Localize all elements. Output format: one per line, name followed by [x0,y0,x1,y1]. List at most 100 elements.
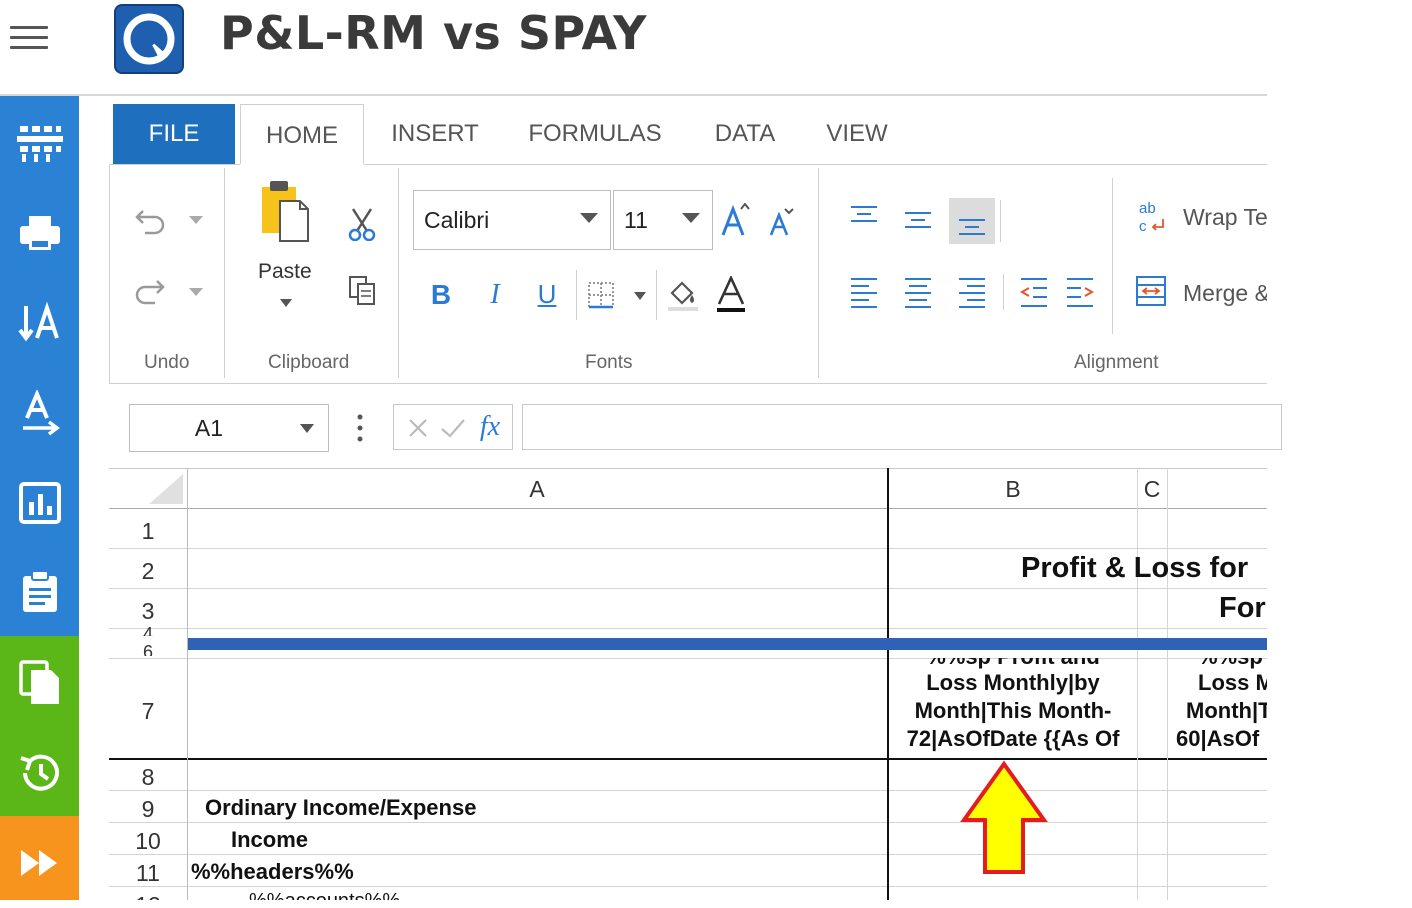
font-size-select[interactable]: 11 [613,190,713,250]
row-header-3[interactable]: 3 [109,598,187,625]
sidebar-text-direction-icon[interactable] [0,368,79,458]
group-label-undo: Undo [144,352,190,373]
svg-text:ab: ab [1139,200,1156,217]
cell-c7-line3: 60|AsOf [1176,726,1260,751]
fill-color-icon[interactable] [664,276,702,314]
redo-dropdown-icon[interactable] [184,282,208,302]
top-divider [0,94,1267,96]
row-header-4[interactable]: 4 [109,624,187,636]
bold-icon[interactable]: B [424,278,458,312]
cell-b7[interactable]: %%sp Profit and Loss Monthly|by Month|Th… [889,658,1137,758]
cell-b7-line0: %%sp Profit and [889,658,1137,670]
undo-icon[interactable] [128,198,172,242]
wrap-text-icon[interactable]: ab c [1136,198,1168,236]
align-center-icon[interactable] [900,274,936,310]
tab-home[interactable]: HOME [240,104,364,166]
sidebar-history-icon[interactable] [0,728,79,818]
row-header-10[interactable]: 10 [109,828,187,855]
increase-indent-icon[interactable] [1062,274,1098,310]
copy-icon[interactable] [342,270,382,310]
svg-text:c: c [1139,218,1147,235]
group-label-clipboard: Clipboard [268,352,350,373]
alignment-separator [1003,274,1004,310]
tab-data[interactable]: DATA [700,104,790,164]
paste-label[interactable]: Paste [258,260,312,284]
more-options-icon[interactable] [350,410,370,446]
column-header-a[interactable]: A [187,476,887,503]
alignment-separator [1112,178,1113,334]
align-right-icon[interactable] [954,274,990,310]
tab-file[interactable]: FILE [113,104,235,164]
row-header-2[interactable]: 2 [109,558,187,585]
column-header-b[interactable]: B [889,476,1137,503]
align-bottom-icon[interactable] [949,198,995,244]
borders-icon[interactable] [586,280,616,310]
cell-c7-line2: Month|T [1186,698,1267,723]
cell-title-row3[interactable]: For [1219,592,1266,625]
align-left-icon[interactable] [846,274,882,310]
sidebar-chart-icon[interactable] [0,458,79,548]
cancel-formula-icon[interactable] [404,414,432,442]
cell-b7-line2: Month|This Month- [914,698,1112,723]
cell-a9[interactable]: Ordinary Income/Expense [205,795,476,821]
cell-b7-line1: Loss Monthly|by [926,670,1100,695]
font-color-icon[interactable] [714,276,748,314]
italic-icon[interactable]: I [478,278,512,312]
undo-dropdown-icon[interactable] [184,210,208,230]
redo-icon[interactable] [128,268,172,312]
tab-view[interactable]: VIEW [812,104,902,164]
column-header-c[interactable]: C [1137,476,1167,503]
row-header-6[interactable]: 6 [109,642,187,656]
insert-function-icon[interactable]: fx [472,410,508,444]
cell-reference-value: A1 [194,414,224,441]
select-all-corner[interactable] [149,474,183,508]
decrease-font-size-icon[interactable] [766,206,796,238]
row-header-1[interactable]: 1 [109,518,187,545]
cell-reference-box[interactable]: A1 [129,404,329,452]
wrap-text-label[interactable]: Wrap Te [1183,204,1267,231]
tab-insert[interactable]: INSERT [380,104,490,164]
cell-c7-line1: Loss M [1198,670,1267,695]
ribbon-separator [398,168,399,378]
merge-cells-icon[interactable] [1134,274,1168,308]
align-middle-icon[interactable] [900,206,936,236]
hamburger-menu-icon[interactable] [10,26,48,52]
cell-c7-line0: %%sp [1198,658,1263,670]
sidebar-documents-icon[interactable] [0,638,79,728]
cell-a12[interactable]: %%accounts%% [249,890,400,900]
cell-c7[interactable]: %%sp Loss M Month|T 60|AsOf [1168,658,1267,758]
row-header-12[interactable]: 12 [109,892,187,900]
paste-dropdown-icon[interactable] [276,296,296,310]
spreadsheet-grid[interactable]: A B C 1 2 3 4 6 7 8 9 10 11 12 Profit & … [109,468,1267,900]
ribbon-separator [818,168,819,378]
sidebar-clipboard-icon[interactable] [0,546,79,636]
sidebar-print-icon[interactable] [0,188,79,278]
underline-icon[interactable]: U [530,276,564,312]
sidebar-fast-forward-icon[interactable] [0,818,79,908]
sidebar-sort-text-icon[interactable] [0,278,79,368]
ribbon-separator [224,168,225,378]
font-size-chevron-down-icon [682,213,700,223]
merge-label[interactable]: Merge & [1183,280,1267,307]
cell-a11[interactable]: %%headers%% [191,859,354,885]
row-header-11[interactable]: 11 [109,860,187,887]
alignment-separator [1000,200,1001,242]
cell-a10[interactable]: Income [231,827,308,853]
cut-icon[interactable] [342,204,382,244]
sidebar-filters-icon[interactable] [0,98,79,188]
row-header-8[interactable]: 8 [109,764,187,791]
tab-formulas[interactable]: FORMULAS [510,104,680,164]
row-header-7[interactable]: 7 [109,698,187,725]
row-header-9[interactable]: 9 [109,796,187,823]
borders-dropdown-icon[interactable] [630,290,650,302]
annotation-up-arrow [959,760,1049,880]
cell-title-row2[interactable]: Profit & Loss for [1021,552,1248,585]
increase-font-size-icon[interactable] [718,202,752,238]
paste-icon[interactable] [256,178,314,244]
cell-b7-line3: 72|AsOfDate {{As Of [906,726,1120,751]
align-top-icon[interactable] [846,200,882,230]
confirm-formula-icon[interactable] [438,414,468,442]
decrease-indent-icon[interactable] [1016,274,1052,310]
formula-input[interactable] [522,404,1282,450]
font-name-select[interactable]: Calibri [413,190,611,250]
